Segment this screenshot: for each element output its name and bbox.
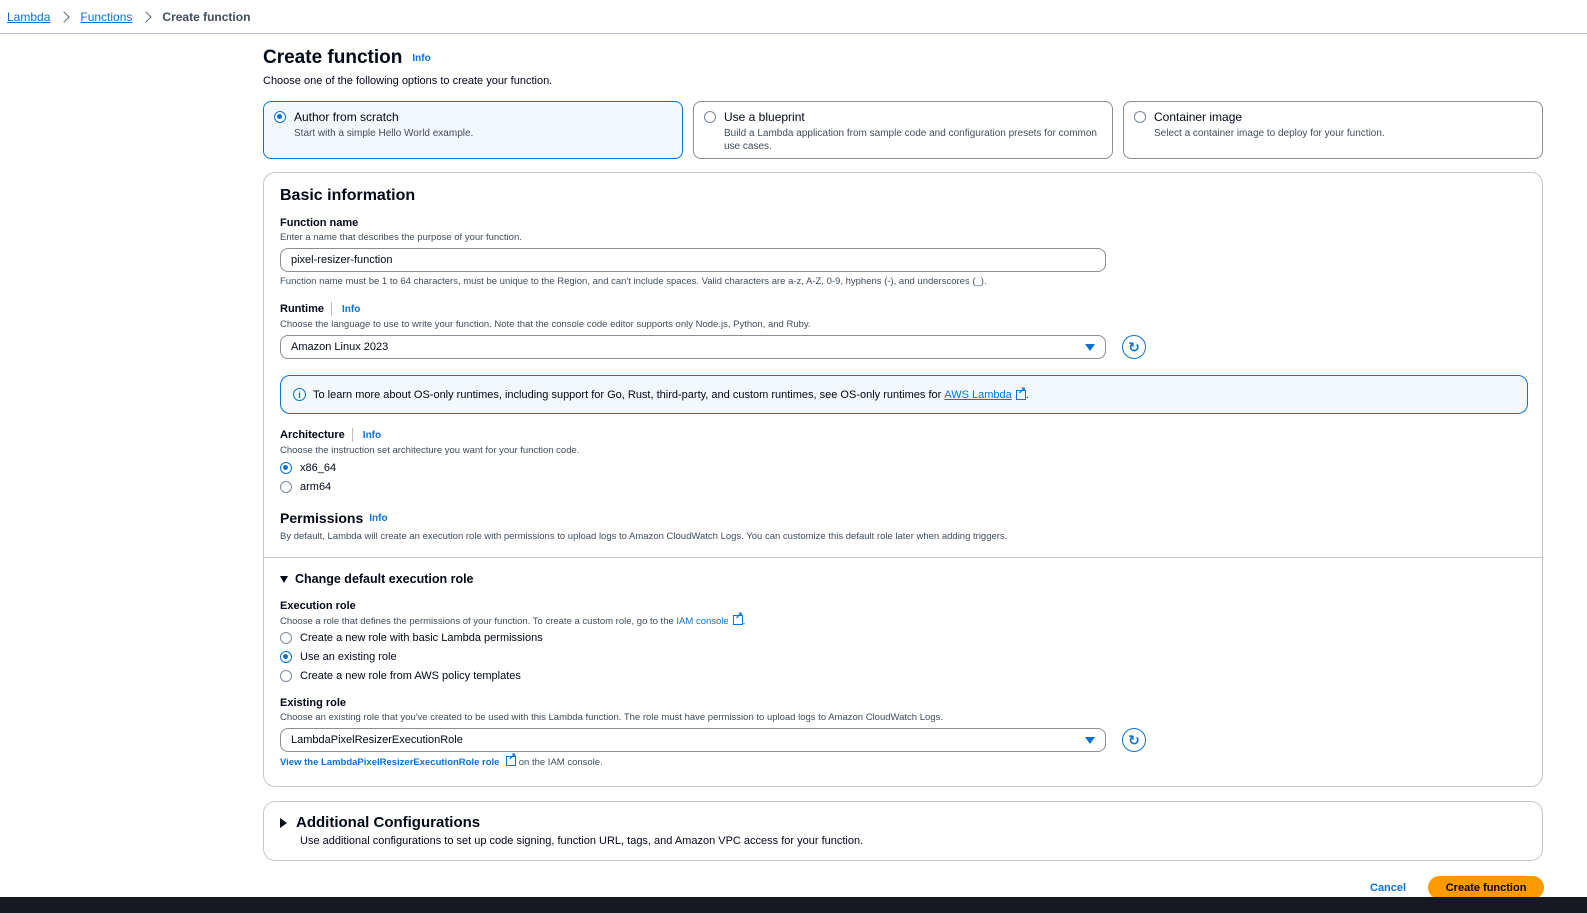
- permissions-info-link[interactable]: Info: [369, 513, 387, 524]
- alert-text-end: .: [1025, 388, 1029, 401]
- option-desc: Build a Lambda application from sample c…: [724, 128, 1097, 152]
- execution-option-existing[interactable]: Use an existing role: [280, 647, 1526, 666]
- refresh-icon: ↻: [1128, 338, 1140, 355]
- runtime-desc: Choose the language to use to write your…: [280, 319, 811, 330]
- function-name-label: Function name: [280, 217, 359, 229]
- view-role-line: View the LambdaPixelResizerExecutionRole…: [280, 752, 1526, 768]
- option-use-a-blueprint[interactable]: Use a blueprint Build a Lambda applicati…: [693, 101, 1113, 159]
- additional-configurations-desc: Use additional configurations to set up …: [300, 835, 864, 847]
- alert-text: To learn more about OS-only runtimes, in…: [313, 388, 942, 401]
- runtime-info-link[interactable]: Info: [342, 304, 360, 315]
- function-name-desc: Enter a name that describes the purpose …: [280, 232, 522, 243]
- architecture-option-x86-64[interactable]: x86_64: [280, 458, 1526, 477]
- execution-option-label: Create a new role with basic Lambda perm…: [300, 631, 543, 644]
- execution-option-label: Create a new role from AWS policy templa…: [300, 669, 521, 682]
- breadcrumb-lambda[interactable]: Lambda: [7, 10, 50, 24]
- expander-label: Change default execution role: [295, 572, 474, 586]
- page-title: Create function: [263, 47, 403, 68]
- runtime-select[interactable]: Amazon Linux 2023: [280, 335, 1106, 359]
- breadcrumb-current: Create function: [162, 9, 251, 24]
- execution-option-new-basic[interactable]: Create a new role with basic Lambda perm…: [280, 628, 1526, 647]
- runtime-label: Runtime: [280, 303, 324, 315]
- option-title: Author from scratch: [294, 110, 399, 124]
- additional-configurations-panel[interactable]: Additional Configurations Use additional…: [263, 801, 1543, 861]
- function-name-constraint: Function name must be 1 to 64 characters…: [280, 276, 987, 287]
- chevron-right-icon: [140, 10, 153, 23]
- refresh-runtime-button[interactable]: ↻: [1122, 335, 1146, 359]
- architecture-option-arm64[interactable]: arm64: [280, 477, 1526, 496]
- option-desc: Start with a simple Hello World example.: [294, 128, 474, 139]
- main-content: Create function Info Choose one of the f…: [263, 34, 1543, 861]
- runtime-label-row: Runtime Info: [280, 302, 1526, 316]
- architecture-desc: Choose the instruction set architecture …: [280, 445, 580, 456]
- page-info-link[interactable]: Info: [412, 53, 430, 64]
- existing-role-desc: Choose an existing role that you've crea…: [280, 712, 943, 723]
- architecture-info-link[interactable]: Info: [363, 430, 381, 441]
- page-subtitle: Choose one of the following options to c…: [263, 75, 553, 87]
- aws-lambda-link[interactable]: AWS Lambda: [944, 389, 1011, 401]
- option-title: Container image: [1154, 110, 1243, 124]
- info-icon: i: [293, 388, 306, 401]
- architecture-label-row: Architecture Info: [280, 428, 1526, 442]
- refresh-icon: ↻: [1128, 731, 1140, 748]
- radio-container-image[interactable]: [1134, 111, 1146, 123]
- radio-policy-templates[interactable]: [280, 669, 292, 682]
- breadcrumb: Lambda Functions Create function: [0, 0, 1587, 34]
- page-header: Create function Info: [263, 47, 1543, 69]
- divider: [351, 428, 353, 442]
- radio-author-from-scratch[interactable]: [274, 111, 286, 123]
- caret-down-icon: [1085, 343, 1095, 351]
- execution-role-desc-end: .: [742, 616, 746, 627]
- additional-configurations-title: Additional Configurations: [296, 814, 481, 831]
- radio-use-a-blueprint[interactable]: [704, 111, 716, 123]
- existing-role-selected-value: LambdaPixelResizerExecutionRole: [291, 734, 463, 746]
- create-function-button[interactable]: Create function: [1428, 876, 1545, 899]
- change-default-execution-role-expander[interactable]: Change default execution role: [280, 572, 1526, 586]
- bottom-bar: [0, 897, 1587, 913]
- option-title: Use a blueprint: [724, 110, 805, 124]
- option-author-from-scratch[interactable]: Author from scratch Start with a simple …: [263, 101, 683, 159]
- caret-right-icon: [280, 817, 287, 828]
- permissions-header: Permissions Info: [280, 510, 1526, 526]
- radio-new-role-basic[interactable]: [280, 631, 292, 644]
- iam-console-link[interactable]: IAM console: [676, 616, 728, 627]
- runtime-selected-value: Amazon Linux 2023: [291, 341, 389, 353]
- architecture-label: Architecture: [280, 429, 345, 441]
- view-role-link[interactable]: View the LambdaPixelResizerExecutionRole…: [280, 757, 499, 768]
- execution-role-desc-text: Choose a role that defines the permissio…: [280, 616, 677, 627]
- view-role-end: on the IAM console.: [518, 757, 603, 768]
- additional-configurations-expander[interactable]: Additional Configurations: [280, 814, 1526, 831]
- permissions-desc: By default, Lambda will create an execut…: [280, 531, 1008, 542]
- external-link-icon: [732, 611, 743, 625]
- existing-role-select[interactable]: LambdaPixelResizerExecutionRole: [280, 728, 1106, 752]
- creation-options: Author from scratch Start with a simple …: [263, 101, 1543, 159]
- external-link-icon: [506, 752, 516, 766]
- chevron-right-icon: [58, 10, 71, 23]
- caret-down-icon: [280, 575, 288, 583]
- breadcrumb-functions[interactable]: Functions: [80, 10, 132, 24]
- option-desc: Select a container image to deploy for y…: [1154, 128, 1385, 139]
- caret-down-icon: [1085, 736, 1095, 744]
- architecture-option-label: arm64: [300, 480, 332, 493]
- execution-option-policy-templates[interactable]: Create a new role from AWS policy templa…: [280, 666, 1526, 685]
- form-actions: Cancel Create function: [1360, 876, 1545, 899]
- basic-information-title: Basic information: [280, 187, 416, 204]
- existing-role-label: Existing role: [280, 697, 347, 709]
- radio-x86-64[interactable]: [280, 461, 292, 474]
- divider: [331, 302, 332, 316]
- option-container-image[interactable]: Container image Select a container image…: [1123, 101, 1543, 159]
- radio-existing-role[interactable]: [280, 650, 292, 663]
- execution-role-label: Execution role: [280, 600, 356, 612]
- external-link-icon: [1015, 386, 1026, 400]
- permissions-title: Permissions: [280, 510, 364, 526]
- basic-information-panel: Basic information Function name Enter a …: [263, 172, 1543, 787]
- refresh-roles-button[interactable]: ↻: [1122, 728, 1146, 752]
- architecture-option-label: x86_64: [300, 461, 337, 474]
- function-name-input[interactable]: pixel-resizer-function: [280, 248, 1106, 272]
- cancel-button[interactable]: Cancel: [1370, 882, 1406, 894]
- execution-role-desc: Choose a role that defines the permissio…: [280, 611, 1526, 627]
- execution-option-label: Use an existing role: [300, 650, 397, 663]
- radio-arm64[interactable]: [280, 480, 292, 493]
- os-only-runtime-alert: i To learn more about OS-only runtimes, …: [280, 375, 1528, 414]
